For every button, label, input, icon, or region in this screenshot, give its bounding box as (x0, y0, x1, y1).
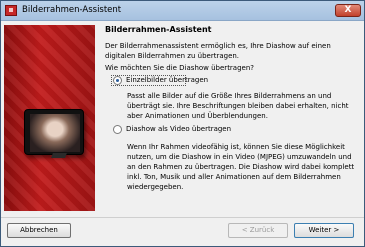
side-banner-image (4, 25, 95, 211)
wizard-content: Bilderrahmen-Assistent Der Bilderrahmena… (1, 21, 364, 216)
main-panel: Bilderrahmen-Assistent Der Bilderrahmena… (101, 25, 358, 211)
next-button[interactable]: Weiter > (294, 223, 354, 238)
frame-stand (51, 153, 67, 158)
window-title: Bilderrahmen-Assistent (22, 5, 122, 15)
page-heading: Bilderrahmen-Assistent (105, 25, 212, 34)
picture-frame-icon (5, 5, 17, 16)
frame-photo (30, 114, 80, 152)
radio-single-images[interactable] (113, 76, 122, 85)
option-video-label[interactable]: Diashow als Video übertragen (126, 125, 231, 133)
button-bar: Abbrechen < Zurück Weiter > (1, 217, 364, 246)
question-text: Wie möchten Sie die Diashow übertragen? (105, 64, 255, 72)
title-bar: Bilderrahmen-Assistent X (1, 1, 364, 21)
radio-video[interactable] (113, 125, 122, 134)
option-single-images-label[interactable]: Einzelbilder übertragen (126, 76, 208, 84)
wizard-window: Bilderrahmen-Assistent X Bilderrahmen-As… (0, 0, 365, 247)
back-button[interactable]: < Zurück (228, 223, 288, 238)
digital-frame-illustration (24, 109, 84, 155)
option-video-description: Wenn Ihr Rahmen videofähig ist, können S… (127, 143, 355, 191)
intro-text: Der Bilderrahmenassistent ermöglich es, … (105, 42, 331, 60)
cancel-button[interactable]: Abbrechen (7, 223, 71, 238)
close-button[interactable]: X (335, 4, 361, 17)
option-single-images-description: Passt alle Bilder auf die Größe Ihres Bi… (127, 92, 349, 120)
